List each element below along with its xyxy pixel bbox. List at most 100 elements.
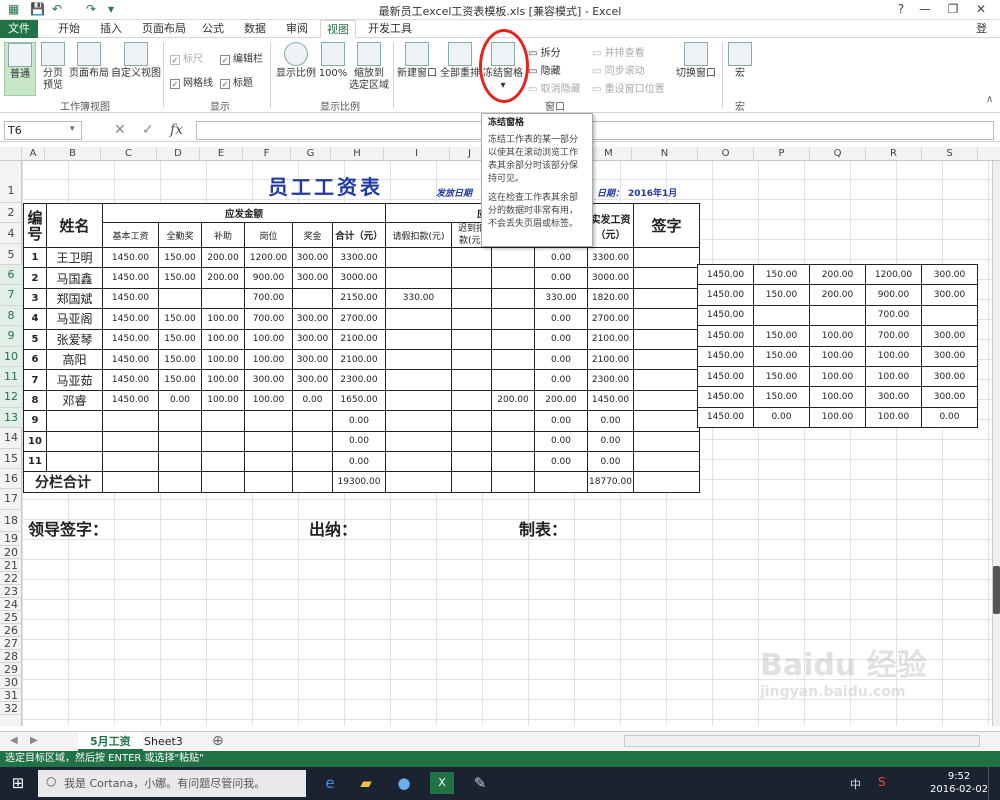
payroll-cell[interactable]: 300.00	[292, 308, 333, 330]
payroll-cell[interactable]	[491, 308, 535, 330]
data-cell[interactable]: 150.00	[753, 284, 810, 306]
row-header[interactable]: 15	[0, 449, 22, 469]
employee-name[interactable]: 郑国斌	[46, 287, 103, 310]
payroll-cell[interactable]	[633, 308, 700, 330]
employee-name[interactable]: 张爱琴	[46, 328, 103, 350]
payroll-cell[interactable]: 300.00	[292, 348, 333, 371]
row-header[interactable]: 27	[0, 637, 22, 650]
data-cell[interactable]: 100.00	[865, 406, 922, 429]
add-sheet-button[interactable]: ⊕	[212, 733, 224, 749]
payroll-cell[interactable]	[292, 430, 333, 452]
total-cell[interactable]	[385, 471, 452, 494]
tab-data[interactable]: 数据	[238, 20, 272, 38]
data-cell[interactable]: 1450.00	[697, 304, 754, 327]
row-header[interactable]: 14	[0, 428, 22, 449]
payroll-cell[interactable]	[633, 246, 700, 269]
cancel-icon[interactable]: ✕	[114, 122, 126, 138]
column-header[interactable]: B	[45, 147, 101, 161]
payroll-cell[interactable]	[292, 410, 333, 432]
total-cell[interactable]	[534, 471, 588, 494]
payroll-cell[interactable]: 200.00	[201, 246, 245, 269]
payroll-cell[interactable]: 330.00	[534, 287, 588, 310]
zoom-to-selection-button[interactable]: 缩放到 选定区域	[348, 42, 390, 98]
row-header[interactable]: 24	[0, 598, 22, 611]
normal-view-button[interactable]: 普通	[4, 42, 36, 96]
payroll-cell[interactable]: 100.00	[244, 348, 293, 371]
payroll-cell[interactable]: 300.00	[292, 246, 333, 269]
payroll-cell[interactable]: 1450.00	[102, 328, 159, 350]
payroll-cell[interactable]	[633, 287, 700, 310]
tab-file[interactable]: 文件	[0, 20, 38, 38]
page-break-preview-button[interactable]: 分页 预览	[38, 42, 68, 96]
payroll-cell[interactable]	[491, 267, 535, 289]
payroll-cell[interactable]: 0.00	[534, 410, 588, 432]
row-header[interactable]: 31	[0, 689, 22, 702]
vertical-scrollbar[interactable]	[992, 161, 1000, 726]
payroll-cell[interactable]	[451, 348, 492, 371]
employee-number[interactable]: 7	[23, 369, 47, 391]
custom-view-button[interactable]: 自定义视图	[110, 42, 162, 96]
data-cell[interactable]: 300.00	[865, 386, 922, 408]
payroll-cell[interactable]	[385, 369, 452, 391]
payroll-cell[interactable]	[385, 410, 452, 432]
employee-number[interactable]: 9	[23, 410, 47, 432]
payroll-cell[interactable]: 3000.00	[587, 267, 634, 289]
sogou-icon[interactable]: S	[878, 775, 886, 789]
payroll-cell[interactable]: 1200.00	[244, 246, 293, 269]
payroll-cell[interactable]	[158, 287, 202, 310]
payroll-cell[interactable]	[158, 410, 202, 432]
payroll-cell[interactable]	[201, 410, 245, 432]
employee-number[interactable]: 10	[23, 430, 47, 452]
payroll-cell[interactable]: 2700.00	[587, 308, 634, 330]
payroll-cell[interactable]: 2300.00	[332, 369, 386, 391]
row-header[interactable]: 21	[0, 559, 22, 572]
view-side-by-side-button[interactable]: ▭ 并排查看	[592, 44, 645, 59]
row-header[interactable]: 20	[0, 546, 22, 559]
cortana-search-box[interactable]: 我是 Cortana，小娜。有问题尽管问我。	[38, 770, 306, 797]
column-header[interactable]: G	[291, 147, 331, 161]
row-header[interactable]: 32	[0, 702, 22, 715]
synchronous-scrolling-button[interactable]: ▭ 同步滚动	[592, 62, 645, 77]
employee-number[interactable]: 6	[23, 348, 47, 371]
employee-name[interactable]: 邓睿	[46, 389, 103, 412]
data-cell[interactable]: 1450.00	[697, 406, 754, 429]
total-cell[interactable]	[201, 471, 245, 494]
payroll-cell[interactable]	[451, 246, 492, 269]
employee-name[interactable]	[46, 410, 103, 432]
payroll-cell[interactable]	[385, 267, 452, 289]
row-header[interactable]: 25	[0, 611, 22, 624]
tab-home[interactable]: 开始	[52, 20, 86, 38]
minimize-button[interactable]: —	[912, 2, 938, 16]
sheet-tab-sheet3[interactable]: Sheet3	[132, 732, 195, 751]
payroll-cell[interactable]: 0.00	[534, 246, 588, 269]
row-header[interactable]: 17	[0, 489, 22, 510]
column-header[interactable]: R	[866, 147, 922, 161]
close-button[interactable]: ✕	[968, 2, 994, 16]
payroll-cell[interactable]: 0.00	[587, 430, 634, 452]
payroll-cell[interactable]	[491, 430, 535, 452]
collapse-ribbon-icon[interactable]: ∧	[986, 94, 993, 105]
payroll-cell[interactable]	[491, 369, 535, 391]
data-cell[interactable]: 150.00	[753, 345, 810, 367]
sign-in-link[interactable]: 登录	[970, 20, 1000, 53]
data-cell[interactable]	[921, 304, 978, 327]
data-cell[interactable]: 700.00	[865, 304, 922, 327]
payroll-cell[interactable]: 0.00	[587, 450, 634, 473]
windows-start-icon[interactable]: ⊞	[6, 772, 30, 794]
row-header[interactable]: 23	[0, 585, 22, 598]
data-cell[interactable]	[809, 304, 866, 327]
tab-formulas[interactable]: 公式	[196, 20, 230, 38]
data-cell[interactable]: 150.00	[753, 263, 810, 286]
payroll-cell[interactable]	[491, 328, 535, 350]
payroll-cell[interactable]	[633, 328, 700, 350]
switch-windows-button[interactable]: 切换窗口	[674, 42, 718, 96]
headings-checkbox[interactable]: ✓ 标题	[220, 74, 253, 89]
data-cell[interactable]: 300.00	[921, 263, 978, 286]
payroll-cell[interactable]: 100.00	[201, 369, 245, 391]
excel-taskbar-icon[interactable]: X	[430, 772, 454, 794]
browser-icon[interactable]: ●	[392, 772, 416, 794]
ruler-checkbox[interactable]: ✓ 标尺	[170, 50, 203, 65]
payroll-cell[interactable]: 2700.00	[332, 308, 386, 330]
payroll-cell[interactable]: 0.00	[534, 369, 588, 391]
system-clock[interactable]: 9:52 2016-02-02	[930, 770, 988, 796]
